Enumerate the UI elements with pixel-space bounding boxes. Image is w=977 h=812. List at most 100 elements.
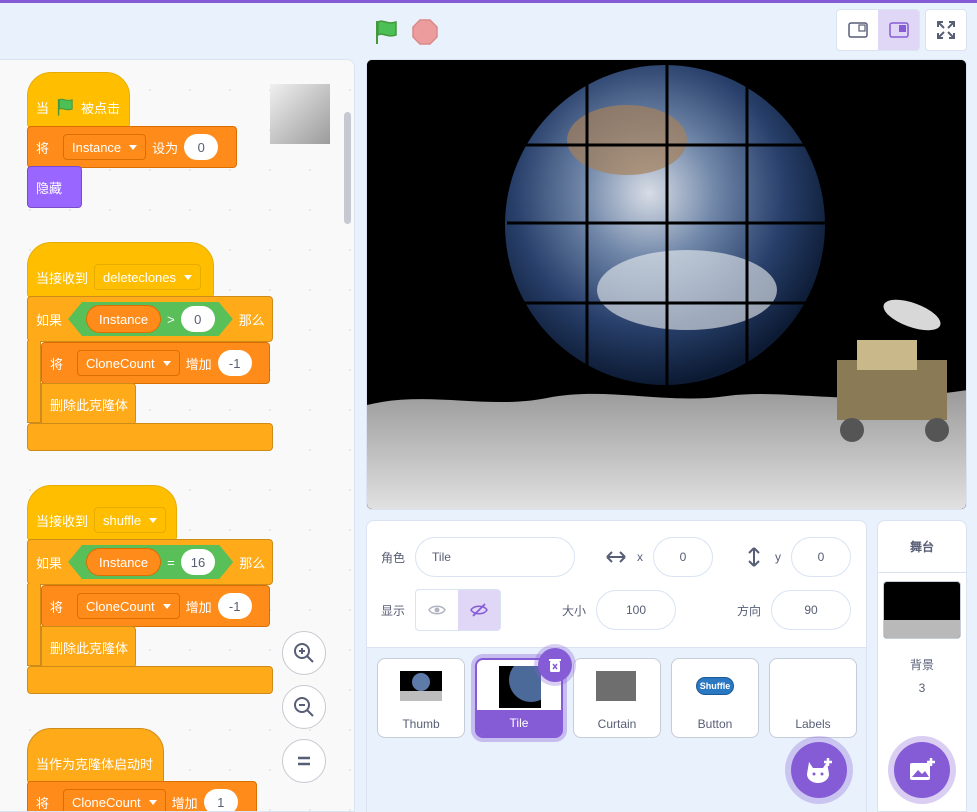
stage-title: 舞台 [878, 521, 966, 573]
eye-icon [428, 605, 446, 615]
message-dropdown[interactable]: shuffle [94, 507, 167, 533]
if-block[interactable]: 如果 Instance > 0 那么 [27, 296, 273, 342]
large-stage-button[interactable] [878, 10, 919, 50]
zoom-out-icon [294, 697, 314, 717]
sprite-tile-curtain[interactable]: Curtain [573, 658, 661, 738]
when-start-as-clone-block[interactable]: 当作为克隆体启动时 [27, 728, 164, 784]
change-label: 增加 [185, 599, 212, 615]
code-area[interactable]: 当 被点击 将 Instance 设为 0 隐藏 当接收到 deleteclon… [0, 59, 355, 812]
direction-field[interactable]: 90 [771, 590, 852, 630]
cat-add-icon [807, 758, 832, 783]
x-field[interactable]: 0 [653, 537, 713, 577]
zoom-in-button[interactable] [282, 631, 326, 675]
when-label: 当 [36, 100, 50, 116]
change-variable-block[interactable]: 将 CloneCount 增加 -1 [41, 585, 270, 627]
green-flag-icon [57, 98, 73, 116]
value-input[interactable]: 0 [184, 134, 219, 160]
set-label: 将 [50, 599, 64, 615]
sprite-tile-thumb[interactable]: Thumb [377, 658, 465, 738]
change-value-input[interactable]: 1 [203, 789, 238, 811]
hide-button[interactable] [458, 590, 501, 630]
fullscreen-button[interactable] [925, 9, 967, 51]
set-label: 将 [36, 140, 50, 156]
change-variable-block[interactable]: 将 CloneCount 增加 1 [27, 781, 257, 811]
change-value-input[interactable]: -1 [217, 350, 252, 376]
compare-value-input[interactable]: 0 [181, 306, 215, 332]
sprite-tile-button[interactable]: Shuffle Button [671, 658, 759, 738]
instance-reporter[interactable]: Instance [86, 305, 161, 333]
sprite-label: 角色 [381, 550, 406, 565]
stage-canvas[interactable] [366, 59, 967, 510]
delete-sprite-button[interactable] [538, 648, 572, 682]
variable-name: CloneCount [86, 598, 155, 614]
to-label: 设为 [152, 140, 179, 156]
small-stage-button[interactable] [837, 10, 878, 50]
when-flag-clicked-block[interactable]: 当 被点击 [27, 72, 130, 128]
variable-dropdown[interactable]: Instance [63, 134, 147, 160]
if-block-bottom [27, 666, 273, 694]
greater-than-operator[interactable]: Instance > 0 [68, 302, 233, 336]
backdrops-count: 3 [918, 681, 926, 695]
compare-value-input[interactable]: 16 [181, 549, 215, 575]
green-flag-icon[interactable] [372, 18, 400, 46]
y-field[interactable]: 0 [791, 537, 851, 577]
x-label: x [637, 550, 643, 564]
add-sprite-button[interactable] [791, 742, 847, 798]
show-button[interactable] [416, 590, 458, 630]
code-scrollbar[interactable] [344, 112, 351, 224]
sprite-tile-name: Curtain [597, 717, 637, 731]
sprite-tile-image [499, 666, 541, 708]
sprite-tile-labels[interactable]: Labels [769, 658, 857, 738]
sprite-curtain-image [596, 671, 636, 701]
equals-operator[interactable]: Instance = 16 [68, 545, 233, 579]
stop-icon[interactable] [411, 18, 439, 46]
chevron-down-icon [129, 144, 138, 150]
set-variable-block[interactable]: 将 Instance 设为 0 [27, 126, 237, 168]
hide-label: 隐藏 [36, 180, 63, 196]
sprite-name-field[interactable]: Tile [415, 537, 576, 577]
clicked-label: 被点击 [81, 100, 121, 116]
chevron-down-icon [184, 274, 193, 280]
when-receive-block[interactable]: 当接收到 deleteclones [27, 242, 214, 298]
backdrops-label: 背景 [909, 658, 934, 672]
delete-clone-block[interactable]: 删除此克隆体 [41, 626, 136, 668]
chevron-down-icon [149, 517, 158, 523]
message-name: deleteclones [103, 269, 177, 285]
menu-bar-strip [0, 0, 977, 3]
change-variable-block[interactable]: 将 CloneCount 增加 -1 [41, 342, 270, 384]
chevron-down-icon [148, 799, 157, 805]
chevron-down-icon [162, 603, 171, 609]
change-value-input[interactable]: -1 [217, 593, 252, 619]
variable-dropdown[interactable]: CloneCount [63, 789, 166, 811]
then-label: 那么 [238, 312, 265, 328]
y-label: y [775, 550, 781, 564]
if-label: 如果 [36, 312, 63, 328]
when-receive-block[interactable]: 当接收到 shuffle [27, 485, 177, 541]
message-name: shuffle [103, 512, 142, 528]
image-add-icon [910, 758, 935, 780]
change-label: 增加 [171, 795, 198, 811]
size-label: 大小 [562, 603, 587, 618]
receive-label: 当接收到 [36, 270, 89, 286]
if-block[interactable]: 如果 Instance = 16 那么 [27, 539, 273, 585]
shuffle-badge: Shuffle [696, 677, 734, 695]
zoom-out-button[interactable] [282, 685, 326, 729]
stage-scene [367, 60, 966, 509]
delete-clone-block[interactable]: 删除此克隆体 [41, 383, 136, 425]
add-backdrop-button[interactable] [894, 742, 950, 798]
sprite-thumbnail [270, 84, 330, 144]
sprite-tile-name: Tile [509, 716, 529, 730]
variable-dropdown[interactable]: CloneCount [77, 350, 180, 376]
set-label: 将 [36, 795, 50, 811]
instance-reporter[interactable]: Instance [86, 548, 161, 576]
direction-label: 方向 [737, 603, 762, 618]
size-field[interactable]: 100 [596, 590, 677, 630]
sprite-list: Thumb Tile Curtain Shuffle Button Labels [367, 647, 866, 812]
variable-dropdown[interactable]: CloneCount [77, 593, 180, 619]
hide-block[interactable]: 隐藏 [27, 166, 82, 208]
set-label: 将 [50, 356, 64, 372]
zoom-reset-button[interactable] [282, 739, 326, 783]
message-dropdown[interactable]: deleteclones [94, 264, 202, 290]
start-clone-label: 当作为克隆体启动时 [36, 756, 154, 772]
fullscreen-icon [937, 21, 955, 39]
